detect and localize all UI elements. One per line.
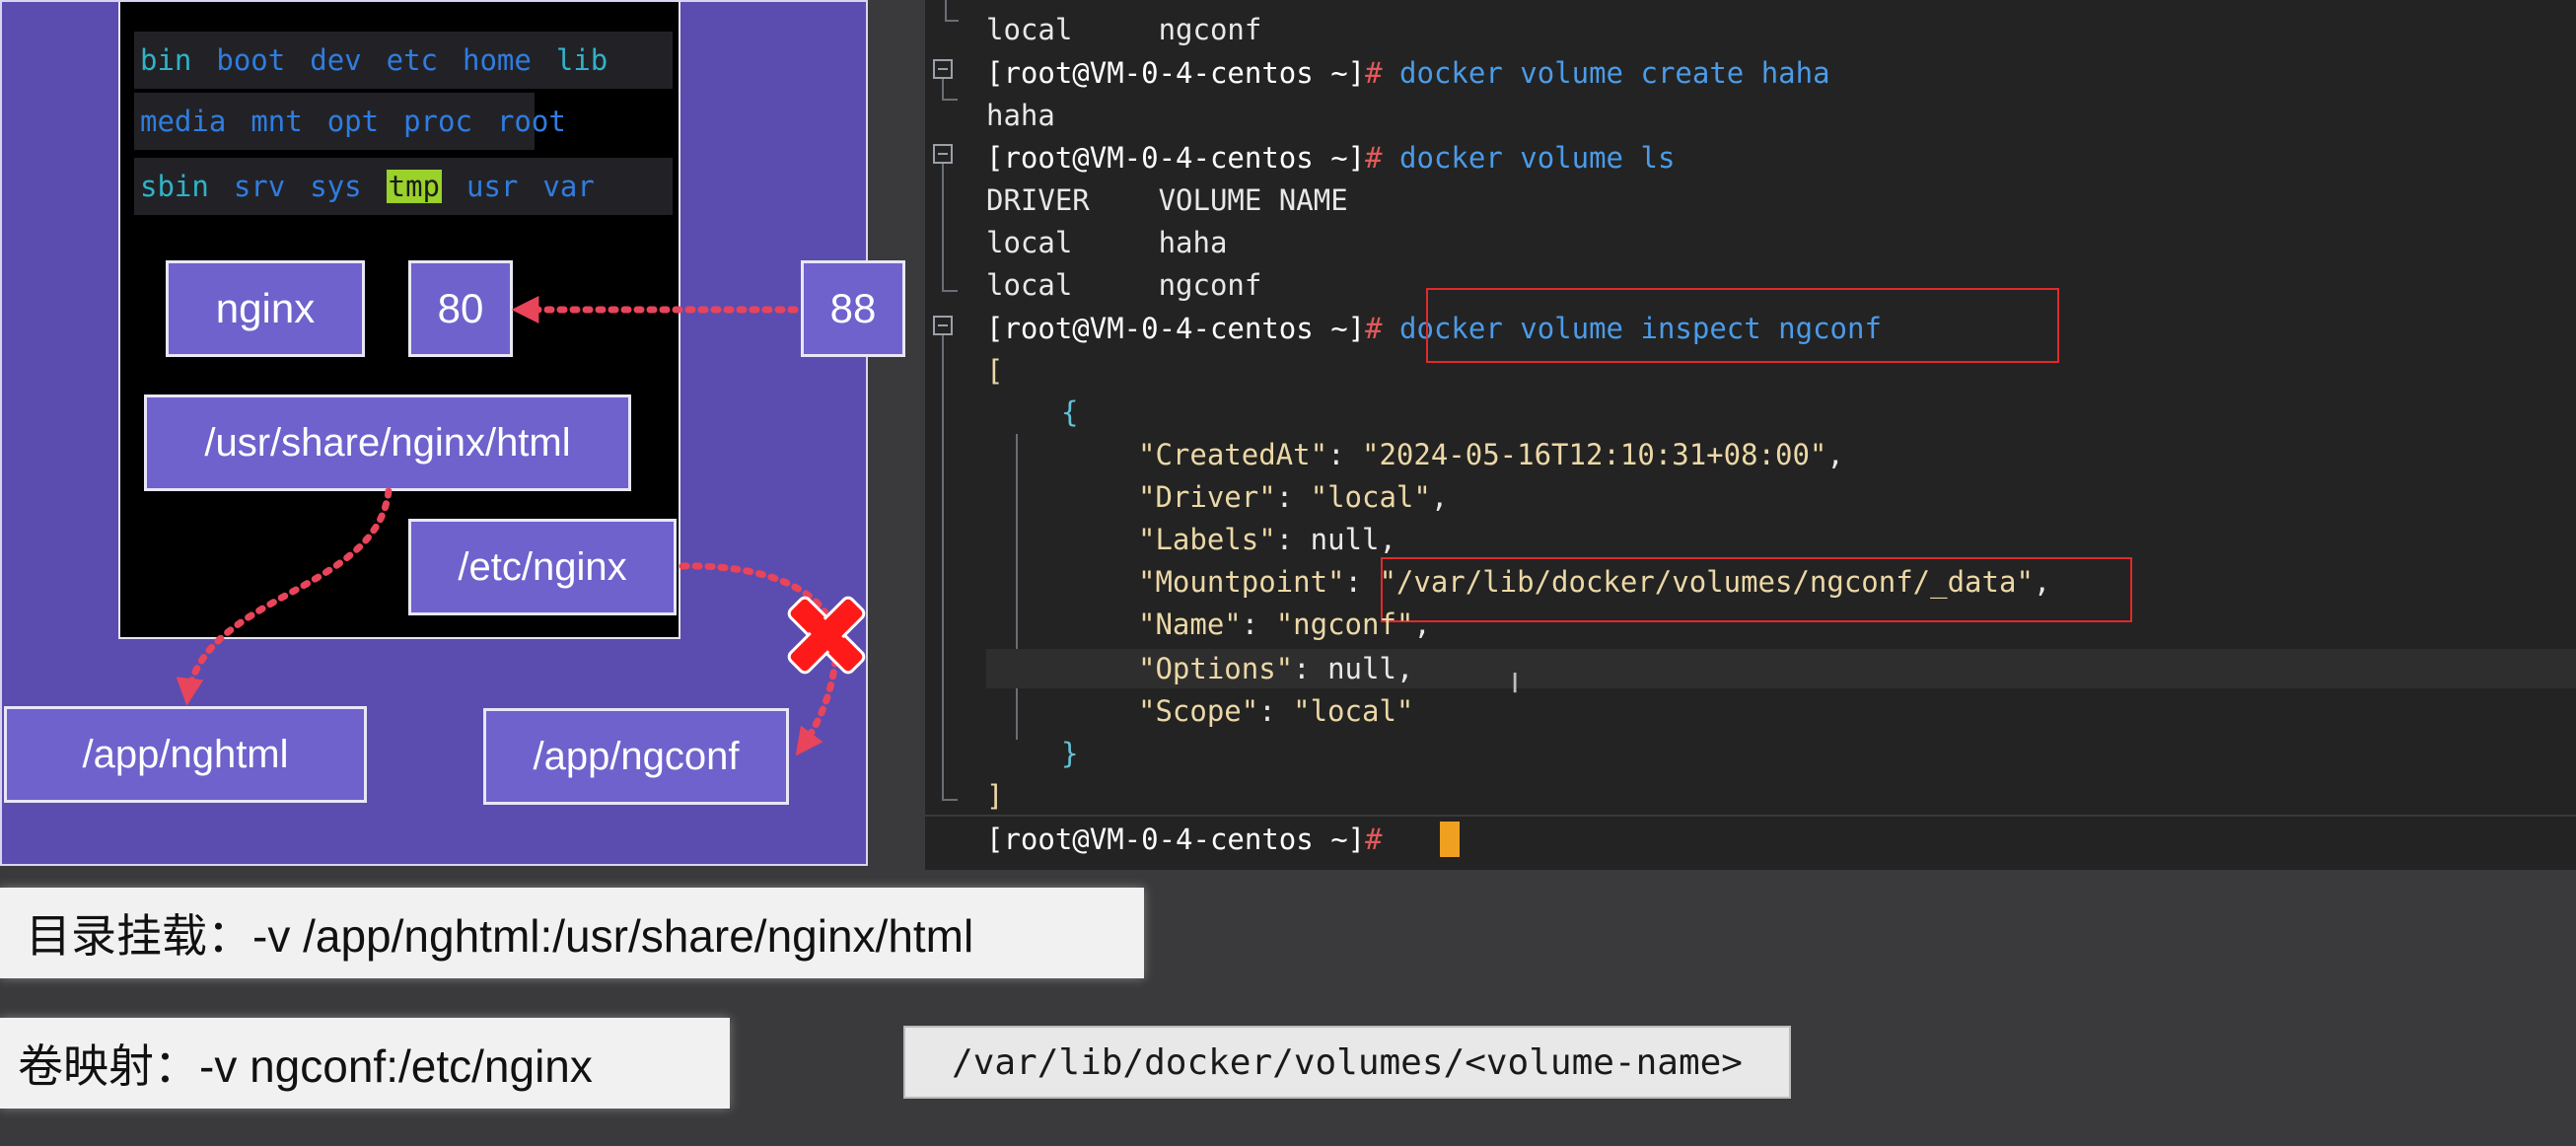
- json-labels-line: "Labels": null,: [1138, 523, 1396, 556]
- terminal-line: haha: [986, 99, 1055, 132]
- fold-toggle-icon[interactable]: [933, 316, 953, 335]
- volume-path-caption: /var/lib/docker/volumes/<volume-name>: [903, 1026, 1791, 1099]
- json-driver-line: "Driver": "local",: [1138, 480, 1449, 514]
- html-bind-arrow: [176, 487, 393, 706]
- json-options-line: "Options": null,: [1138, 652, 1414, 685]
- terminal-command-line: [root@VM-0-4-centos ~]# docker volume cr…: [986, 56, 1830, 90]
- volume-map-caption: 卷映射：-v ngconf:/etc/nginx: [0, 1018, 730, 1109]
- json-close-brace: }: [1061, 737, 1079, 770]
- terminal-line: DRIVER VOLUME NAME: [986, 183, 1348, 217]
- terminal-line: local ngconf: [986, 13, 1262, 46]
- terminal-line: local ngconf: [986, 268, 1262, 302]
- arrows-layer: [176, 296, 866, 756]
- terminal-gutter: [925, 0, 984, 870]
- terminal-cursor: [1440, 822, 1460, 857]
- host-port-box: 88: [801, 260, 905, 357]
- text-cursor-icon: I: [1511, 667, 1520, 699]
- docker-diagram-panel: bin boot dev etc home lib media mnt opt proc root…: [0, 0, 905, 866]
- json-open-brace: {: [1061, 395, 1079, 429]
- mountpoint-highlight: [1381, 557, 2132, 622]
- json-name-line: "Name": "ngconf",: [1138, 608, 1431, 641]
- x-mark-icon: [787, 596, 866, 675]
- json-open-bracket: [: [986, 354, 1004, 388]
- terminal-line: local haha: [986, 226, 1228, 259]
- json-created-line: "CreatedAt": "2024-05-16T12:10:31+08:00"…: [1138, 438, 1844, 471]
- terminal-window[interactable]: local ngconf [root@VM-0-4-centos ~]# doc…: [925, 0, 2576, 870]
- json-scope-line: "Scope": "local": [1138, 694, 1414, 728]
- bind-mount-caption: 目录挂载：-v /app/nghtml:/usr/share/nginx/htm…: [0, 888, 1144, 978]
- fold-toggle-icon[interactable]: [933, 144, 953, 164]
- fold-toggle-icon[interactable]: [933, 59, 953, 79]
- json-close-bracket: ]: [986, 779, 1004, 813]
- terminal-command-line: [root@VM-0-4-centos ~]# docker volume ls: [986, 141, 1676, 175]
- terminal-prompt-line[interactable]: [root@VM-0-4-centos ~]#: [986, 820, 1399, 859]
- inspect-command-highlight: [1426, 288, 2059, 363]
